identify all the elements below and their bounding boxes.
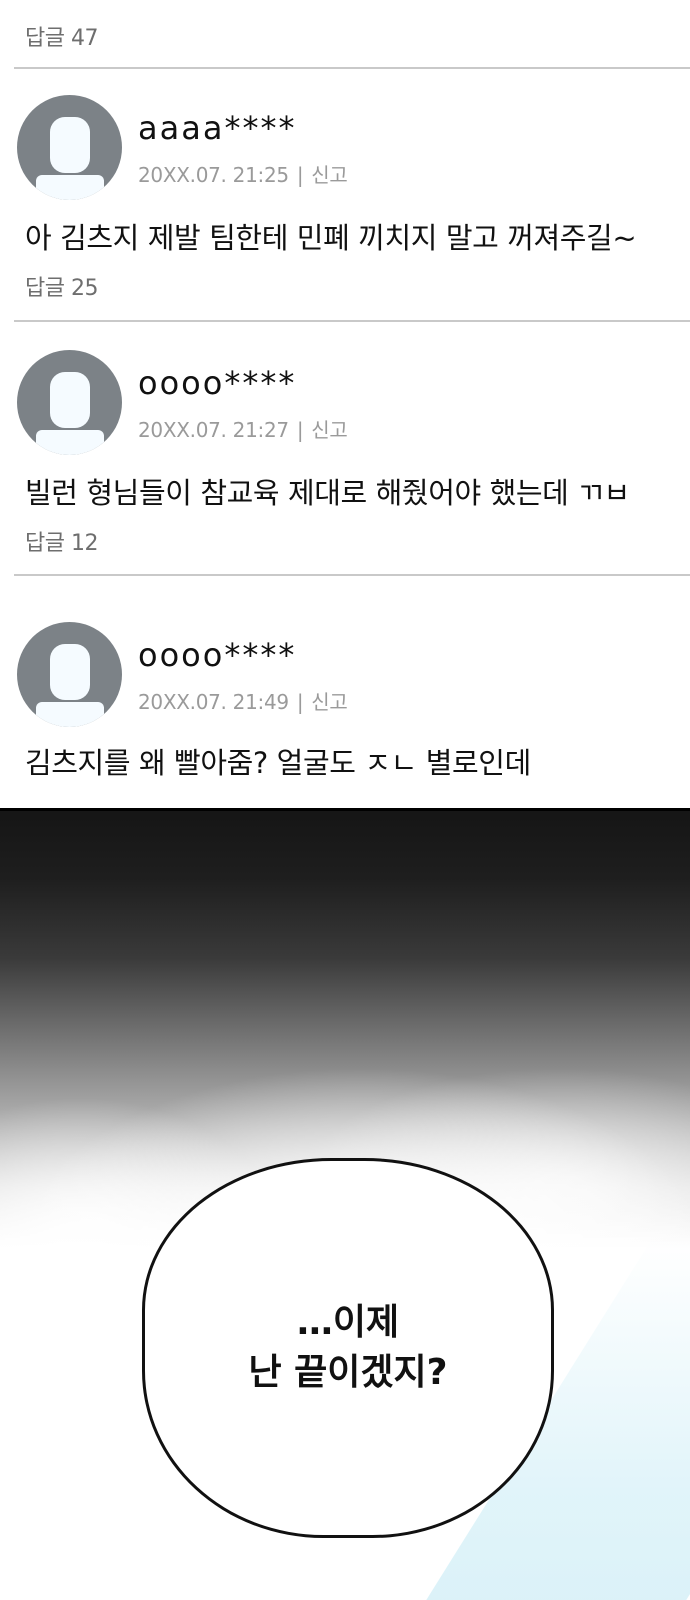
comment-item: oooo**** 20XX.07. 21:49 | 신고 김츠지를 왜 빨아줌? 얼… [0, 622, 690, 808]
default-user-icon [17, 350, 122, 455]
speech-line-1: …이제 [296, 1302, 400, 1343]
comment-meta: 20XX.07. 21:27 | 신고 [138, 414, 348, 443]
meta-separator: | [296, 163, 304, 187]
manga-panel: …이제 난 끝이겠지? [0, 808, 690, 1600]
comment-text: 아 김츠지 제발 팀한테 민폐 끼치지 말고 꺼져주길~ [25, 221, 637, 255]
report-button[interactable]: 신고 [311, 163, 348, 187]
default-user-icon [17, 622, 122, 727]
comment-section: 답글 47 aaaa**** 20XX.07. 21:25 | 신고 아 김츠지 제… [0, 0, 690, 808]
reply-count-link[interactable]: 답글 47 [25, 20, 98, 52]
comment-username: oooo**** [138, 364, 297, 402]
panel-border [0, 808, 690, 811]
meta-separator: | [296, 690, 304, 714]
comment-item: aaaa**** 20XX.07. 21:25 | 신고 아 김츠지 제발 팀한테 … [0, 95, 690, 305]
reply-count-link[interactable]: 답글 12 [25, 525, 98, 557]
webtoon-page: 답글 47 aaaa**** 20XX.07. 21:25 | 신고 아 김츠지 제… [0, 0, 690, 1600]
comment-meta: 20XX.07. 21:49 | 신고 [138, 686, 348, 715]
speech-bubble: …이제 난 끝이겠지? [142, 1158, 554, 1538]
report-button[interactable]: 신고 [311, 690, 348, 714]
comment-timestamp: 20XX.07. 21:25 [138, 163, 289, 187]
comment-text: 김츠지를 왜 빨아줌? 얼굴도 ㅈㄴ 별로인데 [25, 746, 531, 780]
comment-item: oooo**** 20XX.07. 21:27 | 신고 빌런 형님들이 참교육 제… [0, 350, 690, 560]
comment-username: oooo**** [138, 636, 297, 674]
report-button[interactable]: 신고 [311, 418, 348, 442]
speech-line-2: 난 끝이겠지? [248, 1352, 448, 1393]
divider [14, 320, 690, 322]
meta-separator: | [296, 418, 304, 442]
comment-timestamp: 20XX.07. 21:27 [138, 418, 289, 442]
comment-text: 빌런 형님들이 참교육 제대로 해줬어야 했는데 ㄲㅂ [25, 476, 630, 510]
default-user-icon [17, 95, 122, 200]
divider [14, 67, 690, 69]
comment-username: aaaa**** [138, 109, 297, 147]
comment-timestamp: 20XX.07. 21:49 [138, 690, 289, 714]
divider [14, 574, 690, 576]
reply-count-link[interactable]: 답글 25 [25, 270, 98, 302]
comment-meta: 20XX.07. 21:25 | 신고 [138, 159, 348, 188]
